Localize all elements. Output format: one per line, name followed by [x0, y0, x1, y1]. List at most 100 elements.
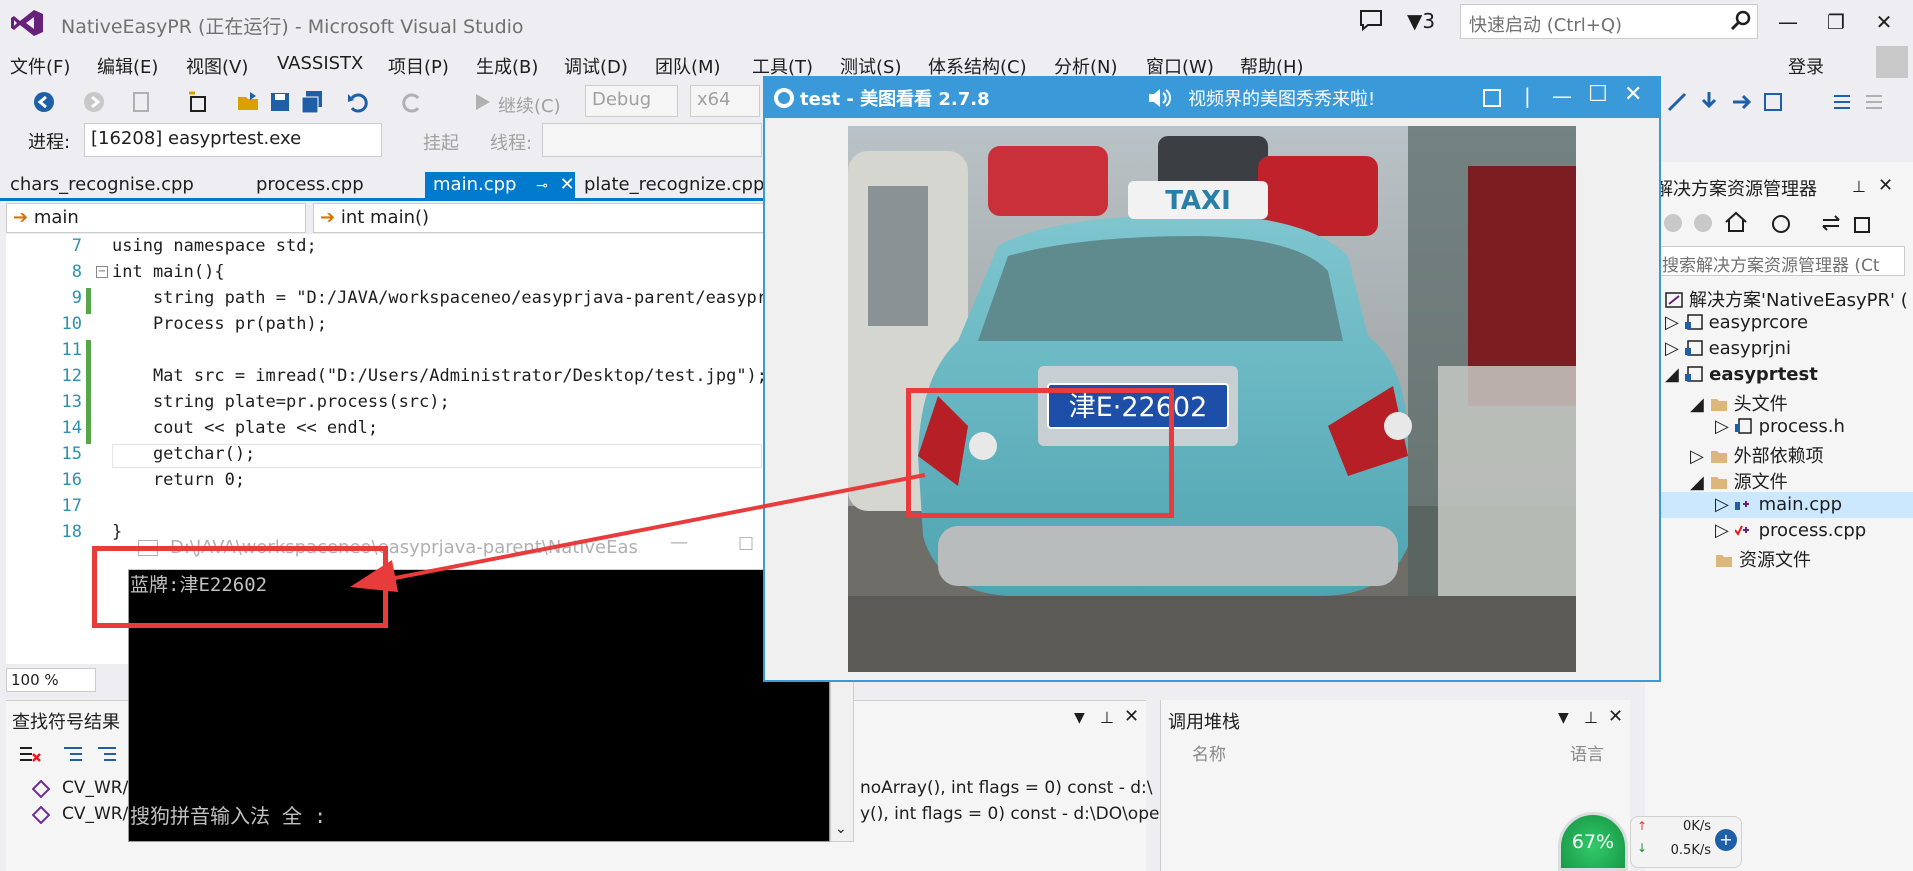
expand-arrow-icon: ▷ [1665, 338, 1679, 359]
speed-panel: ↑ 0K/s ↓ 0.5K/s + [1630, 816, 1742, 868]
quick-launch-input[interactable]: 快速启动 (Ctrl+Q) [1460, 4, 1758, 39]
viewer-ad-text[interactable]: 视频界的美图秀秀来啦! [1188, 85, 1375, 111]
collapse-all-icon[interactable] [1852, 212, 1874, 234]
open-file-icon[interactable] [236, 90, 260, 114]
viewer-minimize-icon[interactable]: — [1552, 84, 1572, 108]
cpu-percent: 67% [1571, 831, 1615, 853]
pin-icon[interactable]: ⊥ [1584, 708, 1598, 727]
column-header-language[interactable]: 语言 [1570, 740, 1604, 765]
tree-item-easyprjni[interactable]: ▷ easyprjni [1665, 338, 1791, 359]
sync-icon[interactable] [1820, 212, 1842, 234]
folder-icon [1710, 399, 1727, 411]
find-result-left[interactable]: CV_WR/ [62, 804, 128, 824]
toolbar-icon-attach[interactable] [1665, 90, 1689, 114]
menu-vassistx[interactable]: VASSISTX [277, 53, 363, 74]
chevron-down-icon[interactable]: ⌄ [835, 821, 847, 837]
add-icon[interactable]: + [1715, 829, 1737, 851]
tree-item-solution[interactable]: 解决方案'NativeEasyPR' ( [1665, 286, 1908, 312]
toolbar-icon-step-into[interactable] [1729, 90, 1753, 114]
next-result-icon[interactable] [96, 744, 120, 766]
close-button[interactable]: ✕ [1862, 6, 1906, 38]
fullscreen-icon[interactable] [1480, 86, 1504, 110]
redo-icon[interactable] [400, 90, 424, 114]
tree-item-source-files[interactable]: ◢ 源文件 [1690, 468, 1788, 494]
continue-button[interactable]: 继续(C) [498, 92, 561, 118]
suspend-button[interactable]: 挂起 [423, 129, 459, 155]
collapse-icon[interactable]: − [96, 266, 108, 278]
notification-filter[interactable]: ▼3 [1407, 9, 1435, 33]
restore-button[interactable]: ❐ [1814, 6, 1858, 38]
forward-icon[interactable] [1692, 212, 1714, 234]
minimize-button[interactable]: — [1766, 6, 1810, 38]
home-icon[interactable] [1724, 210, 1748, 234]
pin-icon[interactable]: ⊥ [1852, 177, 1866, 196]
undo-icon[interactable] [346, 90, 370, 114]
history-icon[interactable] [1770, 212, 1792, 234]
speaker-icon[interactable] [1146, 85, 1172, 111]
pin-icon[interactable]: ⊥ [1100, 708, 1114, 727]
tree-item-easyprtest[interactable]: ◢ easyprtest [1665, 364, 1818, 385]
back-icon[interactable] [32, 90, 56, 114]
panel-menu-icon[interactable]: ▼ [1074, 710, 1085, 726]
tab-main[interactable]: main.cpp ⊸ ✕ [425, 172, 575, 200]
save-icon[interactable] [268, 90, 292, 114]
find-result-right[interactable]: noArray(), int flags = 0) const - d:\ [860, 778, 1153, 798]
continue-icon[interactable] [470, 90, 494, 114]
menu-build[interactable]: 生成(B) [476, 53, 538, 79]
column-header-name[interactable]: 名称 [1192, 740, 1226, 765]
tree-item-label: main.cpp [1758, 494, 1843, 515]
tree-item-easyprcore[interactable]: ▷ easyprcore [1665, 312, 1808, 333]
menu-team[interactable]: 团队(M) [655, 53, 721, 79]
platform-combo[interactable]: x64 [690, 85, 760, 117]
code-line: using namespace std; [112, 236, 317, 256]
menu-file[interactable]: 文件(F) [10, 53, 70, 79]
sign-in-link[interactable]: 登录 [1788, 53, 1824, 79]
toolbar-icon-comment[interactable] [1830, 90, 1854, 114]
clear-icon[interactable] [18, 744, 42, 766]
tree-item-process-h[interactable]: ▷ process.h [1715, 416, 1845, 437]
tree-item-process-cpp[interactable]: ▷ process.cpp [1715, 520, 1866, 541]
network-monitor-widget[interactable]: 67% ↑ 0K/s ↓ 0.5K/s + [1558, 812, 1748, 871]
close-icon[interactable]: ✕ [1878, 175, 1893, 196]
save-all-icon[interactable] [300, 90, 324, 114]
member-combo[interactable]: ➔ int main() [313, 203, 773, 233]
tab-chars-recognise[interactable]: chars_recognise.cpp [2, 172, 202, 200]
tab-process[interactable]: process.cpp [248, 172, 372, 200]
notification-icon[interactable] [1358, 8, 1384, 32]
tree-item-resource-files[interactable]: 资源文件 [1715, 546, 1811, 572]
menu-project[interactable]: 项目(P) [388, 53, 449, 79]
menu-debug[interactable]: 调试(D) [564, 53, 628, 79]
forward-icon[interactable] [82, 90, 106, 114]
avatar[interactable] [1876, 46, 1908, 78]
solution-search-input[interactable]: 搜索解决方案资源管理器 (Ct [1655, 246, 1905, 276]
pin-icon[interactable]: ⊸ [536, 178, 548, 194]
prev-result-icon[interactable] [62, 744, 86, 766]
find-result-left[interactable]: CV_WR/ [62, 778, 128, 798]
panel-menu-icon[interactable]: ▼ [1558, 710, 1569, 726]
tree-item-main-cpp[interactable]: ▷ main.cpp [1715, 494, 1842, 515]
menu-edit[interactable]: 编辑(E) [97, 53, 158, 79]
viewer-close-icon[interactable]: ✕ [1624, 82, 1642, 107]
back-icon[interactable] [1662, 212, 1684, 234]
folder-icon [1710, 477, 1727, 489]
close-icon[interactable]: ✕ [1608, 706, 1623, 727]
viewer-maximize-icon[interactable]: ☐ [1588, 82, 1608, 107]
scope-combo[interactable]: ➔ main [6, 203, 306, 233]
toolbar-icon-step-out[interactable] [1761, 90, 1785, 114]
new-project-icon[interactable] [130, 90, 154, 114]
toolbar-icon-step[interactable] [1697, 90, 1721, 114]
config-combo[interactable]: Debug [585, 85, 678, 117]
thread-combo[interactable] [542, 123, 762, 157]
tree-item-header-files[interactable]: ◢ 头文件 [1690, 390, 1788, 416]
tree-item-external-deps[interactable]: ▷ 外部依赖项 [1690, 442, 1824, 468]
process-combo[interactable]: [16208] easyprtest.exe [84, 123, 382, 157]
toolbar-icon-uncomment[interactable] [1862, 90, 1886, 114]
add-item-icon[interactable] [186, 90, 210, 114]
close-icon[interactable]: ✕ [1124, 706, 1139, 727]
zoom-combo[interactable]: 100 % [6, 668, 96, 692]
find-result-right[interactable]: y(), int flags = 0) const - d:\DO\ope [860, 804, 1159, 824]
close-icon[interactable]: ✕ [560, 174, 575, 195]
tab-plate-recognize[interactable]: plate_recognize.cpp [576, 172, 772, 200]
search-icon[interactable] [1730, 9, 1752, 31]
menu-view[interactable]: 视图(V) [186, 53, 248, 79]
